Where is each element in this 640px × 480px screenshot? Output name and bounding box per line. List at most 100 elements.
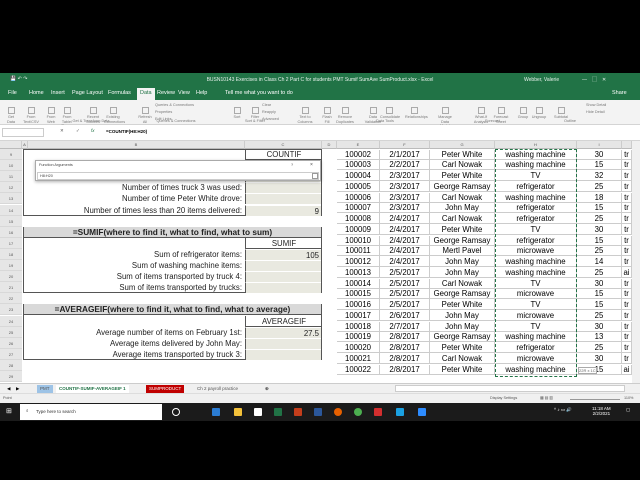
data-cell[interactable]: 18 — [577, 192, 622, 204]
row-header[interactable]: 26 — [0, 337, 22, 349]
data-cell[interactable]: 100018 — [337, 321, 380, 333]
data-cell[interactable]: tr — [622, 343, 632, 354]
file-explorer-icon[interactable] — [234, 408, 242, 416]
column-header-C[interactable]: C — [245, 141, 322, 149]
data-row[interactable]: 100009 2/4/2017 Peter White TV 30 tr — [337, 224, 632, 236]
data-cell[interactable]: 25 — [577, 214, 622, 225]
excel-icon[interactable] — [274, 408, 282, 416]
data-cell[interactable]: 100003 — [337, 160, 380, 171]
data-cell[interactable]: 2/3/2017 — [380, 181, 430, 193]
data-cell[interactable]: 2/4/2017 — [380, 235, 430, 247]
data-cell[interactable]: 30 — [577, 353, 622, 365]
tab-review[interactable]: Review — [157, 90, 175, 96]
sumif-value-cell[interactable] — [245, 282, 321, 294]
tab-page-layout[interactable]: Page Layout — [72, 90, 103, 96]
vertical-scrollbar[interactable] — [632, 141, 640, 383]
edge-icon[interactable] — [212, 408, 220, 416]
data-cell[interactable]: 30 — [577, 149, 622, 161]
row-header[interactable]: 15 — [0, 215, 22, 227]
data-row[interactable]: 100003 2/2/2017 Carl Nowak washing machine 1… — [337, 160, 632, 171]
data-row[interactable]: 100010 2/4/2017 George Ramsay refrigerator 1… — [337, 235, 632, 247]
data-cell[interactable]: tr — [622, 257, 632, 268]
data-cell[interactable]: 2/4/2017 — [380, 224, 430, 236]
select-all[interactable] — [0, 141, 22, 149]
data-row[interactable]: 100015 2/5/2017 George Ramsay microwave 15 tr — [337, 289, 632, 300]
data-cell[interactable]: 2/3/2017 — [380, 171, 430, 182]
data-row[interactable]: 100002 2/1/2017 Peter White washing machine… — [337, 149, 632, 161]
ribbon-sort-button[interactable]: Sort — [228, 107, 246, 120]
data-cell[interactable]: 100019 — [337, 332, 380, 343]
data-cell[interactable]: 100016 — [337, 300, 380, 311]
tab-formulas[interactable]: Formulas — [108, 90, 131, 96]
data-cell[interactable]: John May — [430, 203, 495, 214]
data-cell[interactable]: tr — [622, 214, 632, 225]
data-cell[interactable]: Peter White — [430, 149, 495, 161]
ribbon-fromtextcsv-button[interactable]: From Text/CSV — [22, 107, 40, 124]
row-header[interactable]: 13 — [0, 193, 22, 205]
data-cell[interactable]: tr — [622, 289, 632, 300]
horizontal-scrollbar[interactable] — [395, 385, 625, 392]
data-row[interactable]: 100004 2/3/2017 Peter White TV 32 tr — [337, 171, 632, 182]
zoom-slider[interactable] — [570, 399, 620, 400]
data-cell[interactable]: 100017 — [337, 310, 380, 322]
data-row[interactable]: 100012 2/4/2017 John May washing machine 14 t… — [337, 257, 632, 268]
function-arguments-dialog[interactable]: Function Arguments ? × H8:H20 — [35, 160, 321, 181]
cancel-icon[interactable]: ✕ — [60, 128, 64, 134]
row-header[interactable]: 28 — [0, 359, 22, 371]
data-row[interactable]: 100016 2/5/2017 Peter White TV 15 tr — [337, 300, 632, 311]
ribbon-relationships-button[interactable]: Relationships — [405, 107, 428, 120]
store-icon[interactable] — [254, 408, 262, 416]
window-controls[interactable]: — ▢ ✕ — [582, 76, 606, 83]
data-cell[interactable]: 30 — [577, 321, 622, 333]
skype-icon[interactable] — [396, 408, 404, 416]
data-cell[interactable]: tr — [622, 235, 632, 247]
data-cell[interactable]: tr — [622, 192, 632, 204]
data-row[interactable]: 100008 2/4/2017 Carl Nowak refrigerator 25 tr — [337, 214, 632, 225]
system-tray-icons[interactable]: ^ ♪ ▭ 🔊 — [554, 407, 572, 413]
row-header[interactable]: 20 — [0, 271, 22, 283]
ribbon-hide-detail[interactable]: Hide Detail — [586, 110, 605, 114]
column-header-H[interactable]: H — [495, 141, 577, 149]
data-cell[interactable]: tr — [622, 310, 632, 322]
data-row[interactable]: 100020 2/8/2017 Peter White refrigerator 25 t… — [337, 343, 632, 354]
row-header[interactable]: 18 — [0, 248, 22, 260]
data-cell[interactable]: tr — [622, 149, 632, 161]
data-row[interactable]: 100014 2/5/2017 Carl Nowak TV 30 tr — [337, 278, 632, 290]
data-cell[interactable]: Carl Nowak — [430, 278, 495, 290]
data-cell[interactable]: 2/6/2017 — [380, 310, 430, 322]
data-cell[interactable]: tr — [622, 171, 632, 182]
tell-me-search[interactable]: Tell me what you want to do — [225, 90, 293, 96]
data-cell[interactable]: 100013 — [337, 267, 380, 279]
data-cell[interactable]: tr — [622, 246, 632, 257]
data-cell[interactable]: 100022 — [337, 364, 380, 376]
tab-insert[interactable]: Insert — [51, 90, 65, 96]
data-cell[interactable]: 2/8/2017 — [380, 353, 430, 365]
enter-icon[interactable]: ✓ — [76, 128, 80, 134]
data-cell[interactable]: George Ramsay — [430, 289, 495, 300]
range-input[interactable]: H8:H20 — [37, 172, 319, 180]
sheet-tab-sumproduct[interactable]: SUMPRODUCT — [146, 385, 185, 393]
zoom-app-icon[interactable] — [418, 408, 426, 416]
data-cell[interactable]: 100021 — [337, 353, 380, 365]
row-header[interactable]: 12 — [0, 182, 22, 194]
data-cell[interactable]: 2/5/2017 — [380, 300, 430, 311]
data-cell[interactable]: 2/4/2017 — [380, 214, 430, 225]
data-cell[interactable]: tr — [622, 353, 632, 365]
data-cell[interactable]: Peter White — [430, 224, 495, 236]
data-cell[interactable]: John May — [430, 267, 495, 279]
notifications-icon[interactable]: ▢ — [626, 407, 630, 413]
data-cell[interactable]: 2/7/2017 — [380, 321, 430, 333]
column-header-J[interactable] — [622, 141, 632, 149]
column-header-G[interactable]: G — [430, 141, 495, 149]
data-cell[interactable]: John May — [430, 321, 495, 333]
data-cell[interactable]: 15 — [577, 300, 622, 311]
data-cell[interactable]: 2/3/2017 — [380, 203, 430, 214]
data-cell[interactable]: George Ramsay — [430, 332, 495, 343]
data-cell[interactable]: tr — [622, 160, 632, 171]
data-row[interactable]: 100013 2/5/2017 John May washing machine 25 a… — [337, 267, 632, 279]
data-row[interactable]: 100011 2/4/2017 Mertl Pavel microwave 25 tr — [337, 246, 632, 257]
data-cell[interactable]: George Ramsay — [430, 181, 495, 193]
averageif-value-cell[interactable]: 27.5 — [245, 326, 321, 338]
row-header[interactable]: 25 — [0, 326, 22, 338]
row-header[interactable]: 9 — [0, 149, 22, 161]
